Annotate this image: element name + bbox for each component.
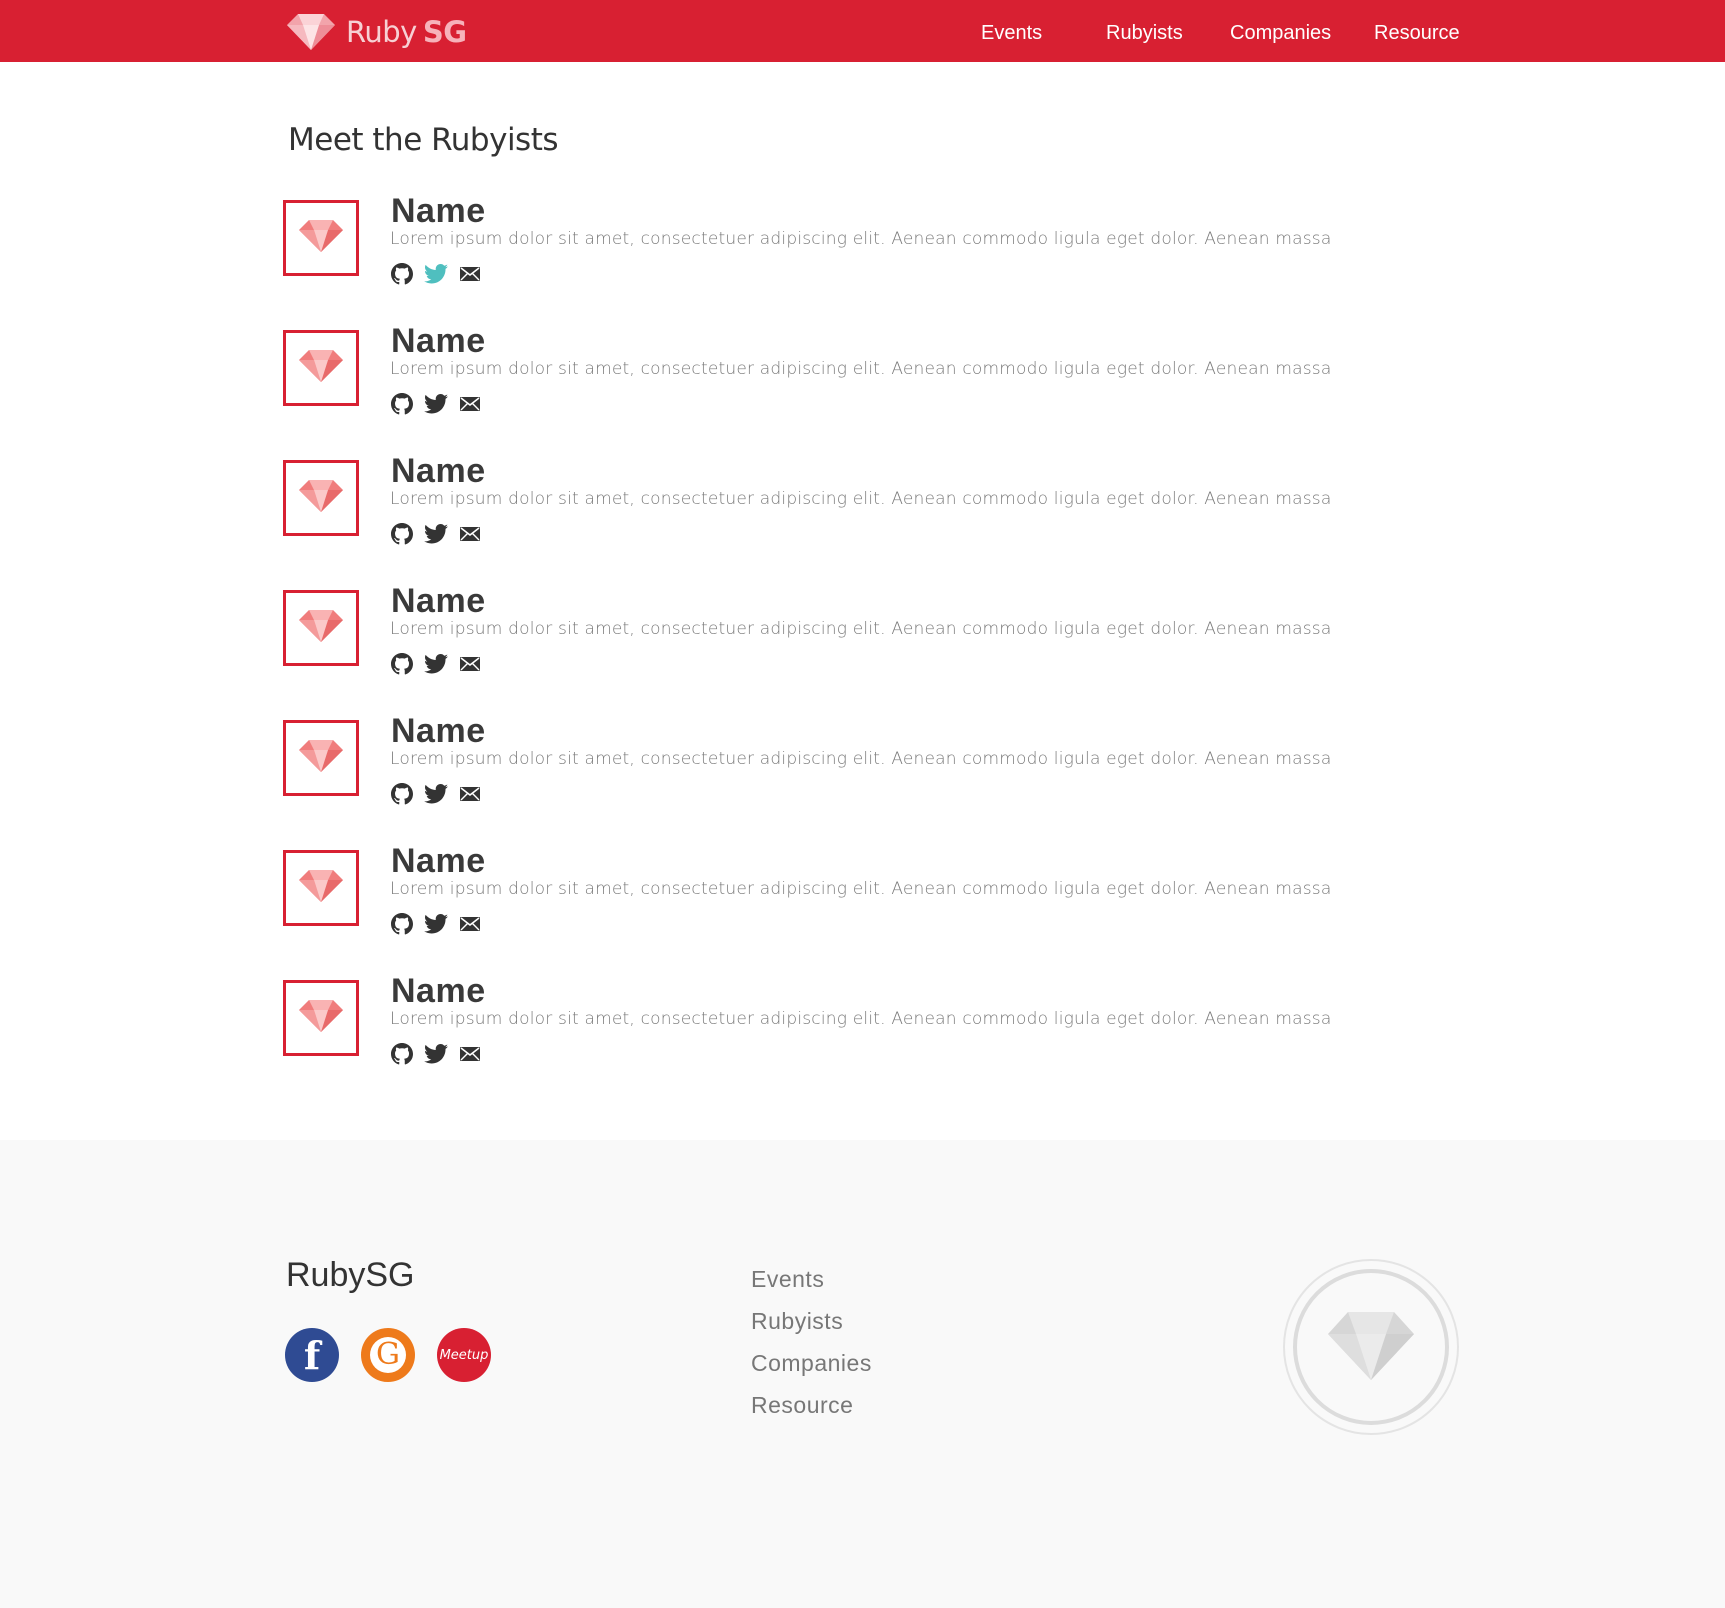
- mail-icon[interactable]: [458, 522, 482, 546]
- rubyist-bio: Lorem ipsum dolor sit amet, consectetuer…: [390, 619, 1332, 639]
- rubyist-card: Name Lorem ipsum dolor sit amet, consecte…: [283, 582, 1331, 690]
- brand-wordmark: Ruby SG: [346, 15, 467, 49]
- rubyist-card: Name Lorem ipsum dolor sit amet, consecte…: [283, 842, 1331, 950]
- top-navbar: Ruby SG Events Rubyists Companies Resourc…: [0, 0, 1725, 62]
- avatar[interactable]: [283, 850, 359, 926]
- nav-companies[interactable]: Companies: [1230, 22, 1331, 45]
- rubyist-links: [390, 1042, 492, 1066]
- github-icon[interactable]: [390, 782, 414, 806]
- mail-icon[interactable]: [458, 782, 482, 806]
- page-title: Meet the Rubyists: [288, 122, 559, 158]
- github-icon[interactable]: [390, 652, 414, 676]
- avatar[interactable]: [283, 460, 359, 536]
- rubyist-name: Name: [391, 452, 486, 490]
- github-icon[interactable]: [390, 522, 414, 546]
- rubyist-links: [390, 392, 492, 416]
- avatar[interactable]: [283, 980, 359, 1056]
- rubyist-card: Name Lorem ipsum dolor sit amet, consecte…: [283, 972, 1331, 1080]
- footer: RubySG f G Meetup Events Rubyists Compan…: [0, 1140, 1725, 1608]
- ruby-gem-icon: [298, 608, 344, 649]
- twitter-icon[interactable]: [424, 392, 448, 416]
- github-icon[interactable]: [390, 262, 414, 286]
- twitter-icon[interactable]: [424, 782, 448, 806]
- twitter-icon[interactable]: [424, 912, 448, 936]
- rubyist-card: Name Lorem ipsum dolor sit amet, consecte…: [283, 322, 1331, 430]
- github-icon[interactable]: [390, 1042, 414, 1066]
- rubyist-card: Name Lorem ipsum dolor sit amet, consecte…: [283, 712, 1331, 820]
- ruby-gem-icon: [287, 14, 335, 50]
- rubyist-links: [390, 782, 492, 806]
- rubyist-links: [390, 912, 492, 936]
- footer-nav-companies[interactable]: Companies: [751, 1350, 872, 1377]
- rubyist-name: Name: [391, 712, 486, 750]
- footer-nav-events[interactable]: Events: [751, 1266, 824, 1293]
- facebook-icon[interactable]: f: [285, 1328, 339, 1382]
- ruby-gem-icon: [298, 998, 344, 1039]
- nav-rubyists[interactable]: Rubyists: [1106, 22, 1183, 45]
- footer-ruby-logo-icon: [1283, 1259, 1459, 1435]
- rubyist-links: [390, 652, 492, 676]
- nav-resource[interactable]: Resource: [1374, 22, 1460, 45]
- ruby-gem-icon: [298, 478, 344, 519]
- mail-icon[interactable]: [458, 262, 482, 286]
- rubyist-bio: Lorem ipsum dolor sit amet, consectetuer…: [390, 879, 1332, 899]
- twitter-icon[interactable]: [424, 262, 448, 286]
- github-icon[interactable]: [390, 912, 414, 936]
- rubyist-name: Name: [391, 972, 486, 1010]
- rubyist-links: [390, 522, 492, 546]
- brand-logo-link[interactable]: Ruby SG: [286, 12, 467, 52]
- rubyist-name: Name: [391, 192, 486, 230]
- avatar[interactable]: [283, 200, 359, 276]
- footer-nav-resource[interactable]: Resource: [751, 1392, 853, 1419]
- rubyist-bio: Lorem ipsum dolor sit amet, consectetuer…: [390, 1009, 1332, 1029]
- avatar[interactable]: [283, 590, 359, 666]
- twitter-icon[interactable]: [424, 1042, 448, 1066]
- ruby-gem-icon: [298, 348, 344, 389]
- ruby-gem-icon: [298, 738, 344, 779]
- rubyist-links: [390, 262, 492, 286]
- ruby-gem-icon: [298, 868, 344, 909]
- mail-icon[interactable]: [458, 912, 482, 936]
- rubyist-bio: Lorem ipsum dolor sit amet, consectetuer…: [390, 229, 1332, 249]
- footer-nav-rubyists[interactable]: Rubyists: [751, 1308, 843, 1335]
- rubyist-name: Name: [391, 842, 486, 880]
- meetup-icon[interactable]: Meetup: [437, 1328, 491, 1382]
- footer-brand: RubySG: [286, 1256, 415, 1294]
- rubyist-card: Name Lorem ipsum dolor sit amet, consecte…: [283, 192, 1331, 300]
- rubyist-name: Name: [391, 582, 486, 620]
- rubyist-bio: Lorem ipsum dolor sit amet, consectetuer…: [390, 359, 1332, 379]
- rubyist-bio: Lorem ipsum dolor sit amet, consectetuer…: [390, 489, 1332, 509]
- rubyist-card: Name Lorem ipsum dolor sit amet, consecte…: [283, 452, 1331, 560]
- avatar[interactable]: [283, 720, 359, 796]
- github-icon[interactable]: [390, 392, 414, 416]
- rubyist-name: Name: [391, 322, 486, 360]
- avatar[interactable]: [283, 330, 359, 406]
- twitter-icon[interactable]: [424, 522, 448, 546]
- rubyist-bio: Lorem ipsum dolor sit amet, consectetuer…: [390, 749, 1332, 769]
- mail-icon[interactable]: [458, 392, 482, 416]
- twitter-icon[interactable]: [424, 652, 448, 676]
- nav-events[interactable]: Events: [981, 22, 1042, 45]
- g-icon[interactable]: G: [361, 1328, 415, 1382]
- mail-icon[interactable]: [458, 1042, 482, 1066]
- mail-icon[interactable]: [458, 652, 482, 676]
- ruby-gem-icon: [298, 218, 344, 259]
